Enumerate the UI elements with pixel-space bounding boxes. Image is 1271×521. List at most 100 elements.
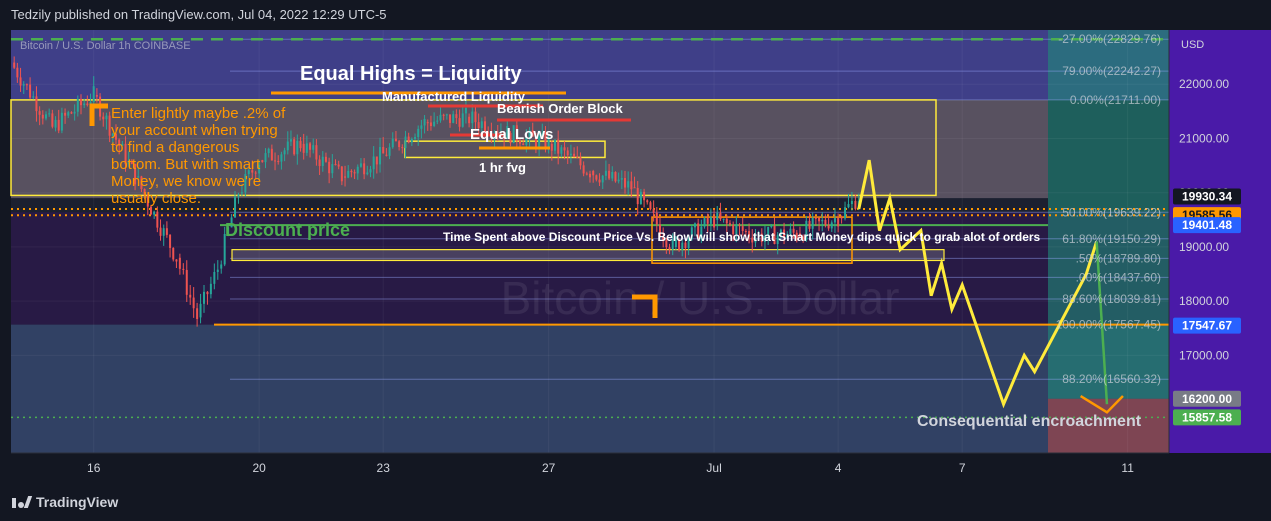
x-tick-label: 20 <box>252 461 266 475</box>
candle-body <box>25 84 28 86</box>
candle-body <box>159 227 162 236</box>
candle-body <box>185 269 188 295</box>
candle-body <box>693 223 696 228</box>
candle-body <box>51 113 54 127</box>
candle-body <box>312 145 315 150</box>
candle-body <box>668 247 671 250</box>
candle-body <box>417 128 420 138</box>
price-badge-label: 17547.67 <box>1182 319 1232 333</box>
candle-body <box>426 122 429 124</box>
candle-body <box>646 200 649 203</box>
candle-body <box>636 187 639 205</box>
candle-body <box>818 217 821 222</box>
candle-body <box>237 194 240 197</box>
candle-body <box>169 234 172 248</box>
candle-body <box>347 170 350 178</box>
candle-body <box>627 181 630 188</box>
candle-body <box>162 228 165 236</box>
candle-body <box>592 171 595 176</box>
candle-body <box>471 111 474 124</box>
price-badge-label: 19401.48 <box>1182 218 1232 232</box>
candle-body <box>458 118 461 127</box>
candle-body <box>455 114 458 119</box>
fib-label: 0.00%(21711.00) <box>1070 93 1161 107</box>
candle-body <box>302 143 305 153</box>
candle-body <box>153 211 156 215</box>
candle-body <box>410 138 413 143</box>
candle-body <box>321 156 324 167</box>
candle-body <box>385 154 388 156</box>
fib-label: .50%(18789.80) <box>1076 251 1161 265</box>
candle-body <box>293 139 296 155</box>
demand-box <box>231 249 945 262</box>
candle-body <box>604 170 607 176</box>
candle-body <box>299 140 302 149</box>
tradingview-logo[interactable]: TradingView <box>12 494 118 510</box>
candle-body <box>598 179 601 183</box>
fib-label: 50.00%(19639.22) <box>1062 205 1161 219</box>
y-tick-label: 19000.00 <box>1179 240 1229 254</box>
candle-body <box>41 114 44 119</box>
x-tick-label: 11 <box>1121 461 1134 475</box>
candle-body <box>86 103 89 106</box>
candle-body <box>334 164 337 166</box>
candle-body <box>270 148 273 161</box>
candle-body <box>582 165 585 174</box>
candle-body <box>808 220 811 229</box>
candle-body <box>407 136 410 143</box>
symbol-watermark: Bitcoin / U.S. Dollar <box>501 272 900 324</box>
candle-body <box>614 171 617 182</box>
candle-body <box>264 153 267 163</box>
candle-body <box>220 264 223 269</box>
candle-body <box>67 112 70 116</box>
candle-body <box>655 212 658 225</box>
candle-body <box>433 121 436 126</box>
candle-body <box>442 114 445 116</box>
candle-body <box>289 139 292 142</box>
candle-body <box>29 84 32 98</box>
candle-body <box>639 191 642 205</box>
price-chart[interactable]: Bitcoin / U.S. Dollar Bitcoin / U.S. Doll… <box>0 0 1271 521</box>
candle-body <box>324 156 327 162</box>
candle-body <box>305 143 308 153</box>
candle-body <box>770 226 773 228</box>
price-badge-label: 15857.58 <box>1182 410 1232 424</box>
candle-body <box>630 181 633 190</box>
candle-body <box>461 113 464 127</box>
candle-body <box>382 147 385 154</box>
candle-body <box>563 147 566 151</box>
candle-body <box>738 224 741 227</box>
annotation-enter-lightly-line: usually close. <box>111 190 201 207</box>
candle-body <box>468 116 471 124</box>
candle-body <box>554 139 557 151</box>
candle-body <box>557 139 560 154</box>
price-badge-label: 19930.34 <box>1182 189 1232 203</box>
fib-label: 88.60%(18039.81) <box>1062 292 1161 306</box>
candle-body <box>54 119 57 128</box>
candle-body <box>722 218 725 220</box>
candle-body <box>353 172 356 174</box>
candle-body <box>623 178 626 188</box>
candle-body <box>267 148 270 154</box>
annotation-equal-highs: Equal Highs = Liquidity <box>300 63 523 85</box>
annotation-enter-lightly-line: your account when trying <box>111 122 278 139</box>
candle-body <box>337 164 340 167</box>
fib-label: -27.00%(22829.76) <box>1058 32 1161 46</box>
candle-body <box>240 192 243 194</box>
candle-body <box>464 107 467 114</box>
candle-body <box>375 156 378 165</box>
candle-body <box>652 209 655 213</box>
candle-body <box>391 138 394 148</box>
candle-body <box>414 137 417 139</box>
candle-body <box>436 120 439 122</box>
annotation-consequential-encroachment: Consequential encroachment <box>917 413 1142 430</box>
candle-body <box>83 103 86 106</box>
candle-body <box>837 218 840 227</box>
annotation-fvg: 1 hr fvg <box>479 160 526 175</box>
candle-body <box>296 140 299 155</box>
candle-body <box>274 160 277 162</box>
candle-body <box>560 147 563 154</box>
candle-body <box>566 150 569 156</box>
candle-body <box>19 77 22 86</box>
candle-body <box>79 98 82 106</box>
